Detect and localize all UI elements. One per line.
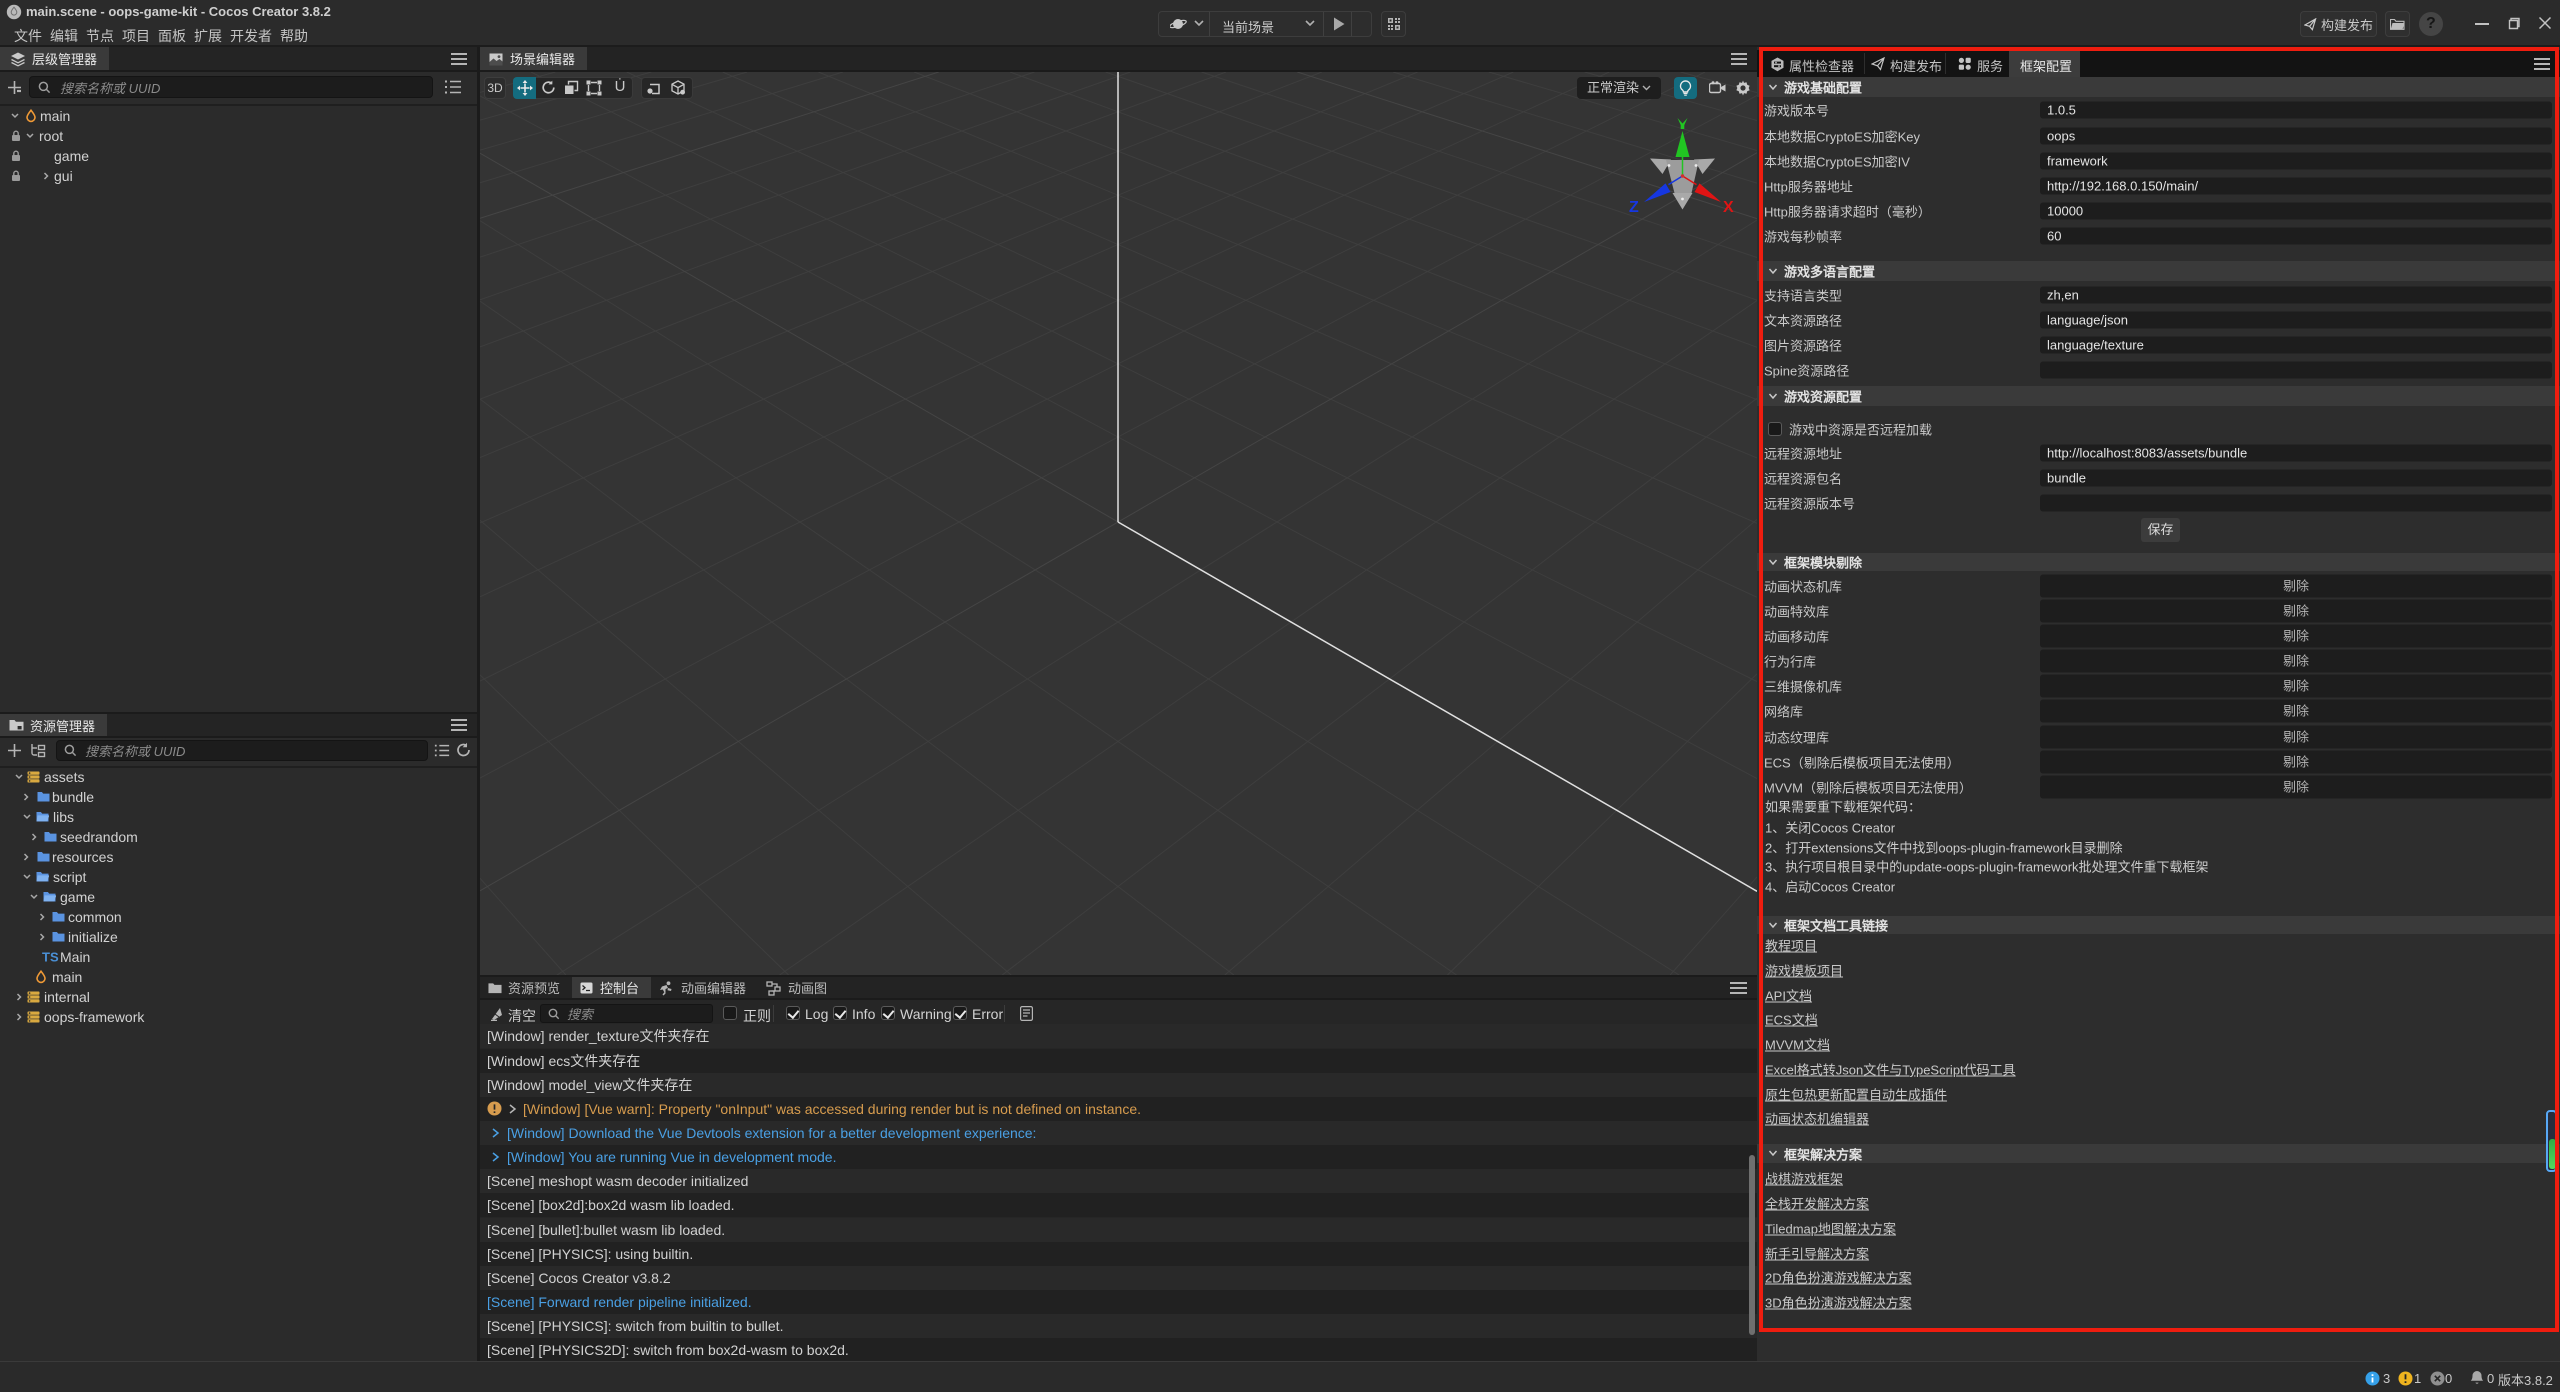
svg-text:Z: Z	[1629, 199, 1639, 216]
svg-text:X: X	[1723, 199, 1734, 216]
